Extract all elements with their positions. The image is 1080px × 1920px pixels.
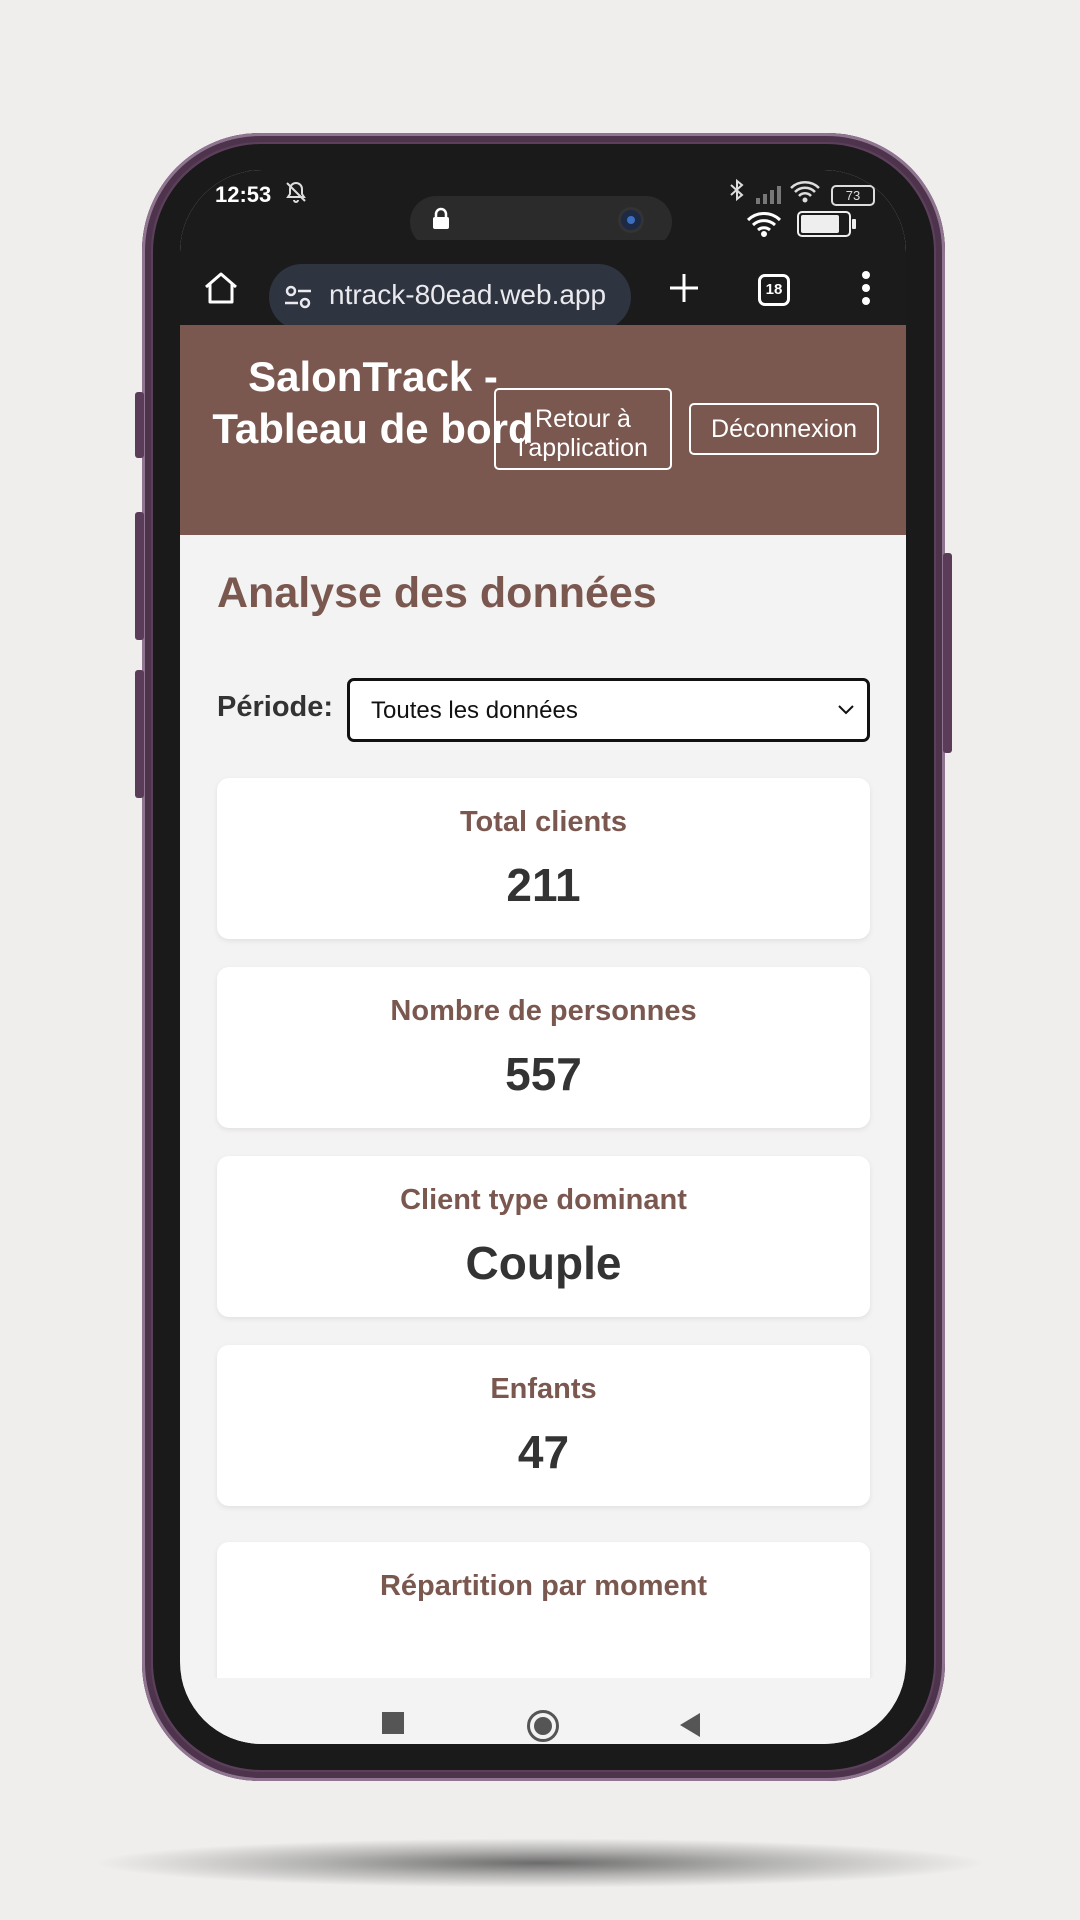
front-camera xyxy=(621,210,641,230)
logout-button[interactable]: Déconnexion xyxy=(689,403,879,455)
phone-shadow xyxy=(90,1838,990,1888)
volume-up-button xyxy=(135,512,144,640)
more-menu-icon[interactable] xyxy=(860,270,872,311)
bluetooth-icon xyxy=(728,178,746,208)
stat-card-total-clients: Total clients 211 xyxy=(217,778,870,939)
phone-screen: 12:53 73 ntrack-80ead.web.app 18 SalonTr… xyxy=(180,170,906,1744)
wifi-icon xyxy=(789,180,821,209)
address-bar[interactable]: ntrack-80ead.web.app xyxy=(269,264,631,330)
chevron-down-icon xyxy=(838,705,854,715)
period-select[interactable]: Toutes les données xyxy=(347,678,870,742)
back-nav-icon[interactable] xyxy=(680,1713,700,1737)
home-icon[interactable] xyxy=(202,270,240,311)
volume-down-button xyxy=(135,670,144,798)
url-text[interactable]: ntrack-80ead.web.app xyxy=(329,279,606,311)
bell-off-icon xyxy=(284,180,308,210)
stat-value: 47 xyxy=(517,1426,570,1478)
stat-label: Nombre de personnes xyxy=(390,995,697,1027)
tabs-icon[interactable]: 18 xyxy=(758,274,790,306)
home-nav-icon[interactable] xyxy=(527,1710,559,1742)
period-select-value[interactable]: Toutes les données xyxy=(371,697,578,725)
stat-label: Client type dominant xyxy=(400,1184,687,1216)
recents-icon[interactable] xyxy=(382,1712,404,1734)
status-time: 12:53 xyxy=(215,182,272,207)
new-tab-icon[interactable] xyxy=(666,270,702,311)
stat-value: 557 xyxy=(505,1048,582,1100)
lock-icon xyxy=(430,207,452,236)
power-button xyxy=(943,553,952,753)
chart-card-title: Répartition par moment xyxy=(379,1570,708,1602)
page-title: Analyse des données xyxy=(217,569,657,617)
wifi-icon xyxy=(746,210,782,243)
signal-icon xyxy=(754,184,784,209)
app-title: SalonTrack - Tableau de bord xyxy=(212,353,534,452)
battery-icon: 73 xyxy=(831,185,875,206)
back-to-app-button[interactable]: Retour à l'application xyxy=(494,388,672,470)
stat-label: Total clients xyxy=(459,806,628,838)
stat-card-children: Enfants 47 xyxy=(217,1345,870,1506)
side-button xyxy=(135,392,144,458)
stat-card-dominant-type: Client type dominant Couple xyxy=(217,1156,870,1317)
stat-card-persons: Nombre de personnes 557 xyxy=(217,967,870,1128)
stat-label: Enfants xyxy=(490,1373,597,1405)
app-header: SalonTrack - Tableau de bord Retour à l'… xyxy=(180,325,906,535)
stat-value: Couple xyxy=(465,1237,622,1289)
period-label: Période: xyxy=(217,691,334,723)
battery-icon xyxy=(797,211,856,237)
stat-value: 211 xyxy=(506,859,581,911)
system-nav-bar xyxy=(180,1678,906,1744)
site-settings-icon[interactable] xyxy=(283,284,313,315)
